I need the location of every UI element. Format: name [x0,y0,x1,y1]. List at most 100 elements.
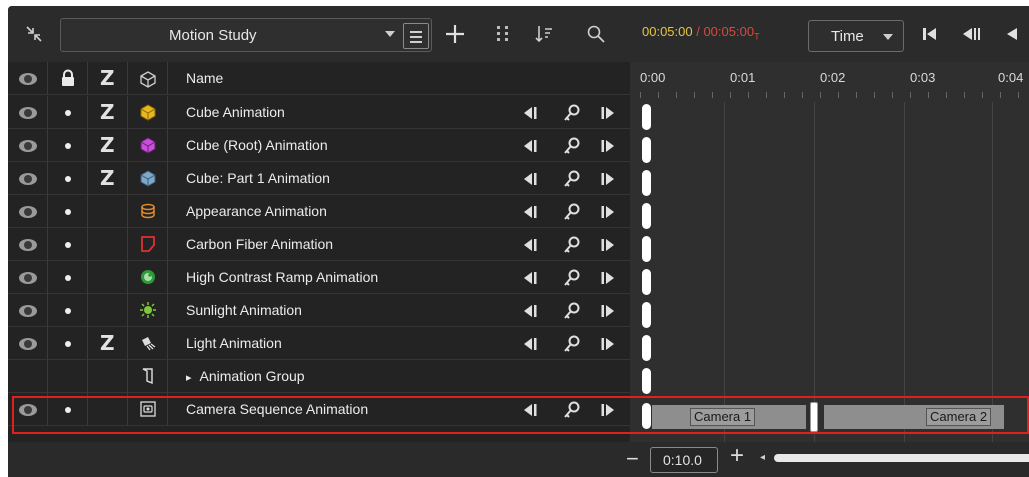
z-column-header[interactable]: Z [88,62,128,95]
table-row[interactable]: Camera Sequence Animation [8,393,630,426]
eye-icon[interactable] [19,140,37,152]
lock-dot-icon[interactable] [65,209,71,215]
previous-key-icon[interactable] [520,235,540,255]
search-icon[interactable] [584,20,608,48]
lock-dot-icon[interactable] [65,407,71,413]
lock-dot-icon[interactable] [65,275,71,281]
z-cell[interactable] [88,195,128,228]
eye-icon[interactable] [19,107,37,119]
camera-1-clip[interactable]: Camera 1 [652,405,806,429]
z-cell[interactable] [88,261,128,294]
zoom-field[interactable]: 0:10.0 [650,447,718,473]
next-key-icon[interactable] [598,301,618,321]
next-key-icon[interactable] [598,202,618,222]
eye-icon[interactable] [19,173,37,185]
scroll-left-arrow-icon[interactable]: ◂ [760,452,765,463]
lock-dot-icon[interactable] [65,176,71,182]
keyframe-start-marker[interactable] [642,269,651,295]
lock-cell[interactable] [48,360,88,393]
camera-transition-handle[interactable] [810,402,818,432]
visibility-cell[interactable] [8,327,48,360]
next-key-icon[interactable] [598,400,618,420]
animation-name[interactable]: Cube Animation [186,104,285,120]
eye-icon[interactable] [19,305,37,317]
name-column-header[interactable]: Name [186,70,223,86]
lock-column-header[interactable] [48,62,88,95]
visibility-cell[interactable] [8,162,48,195]
previous-key-icon[interactable] [520,103,540,123]
type-column-header[interactable] [128,62,168,95]
collapse-icon[interactable] [22,22,46,46]
key-icon[interactable] [562,334,582,354]
z-cell[interactable] [88,294,128,327]
next-key-icon[interactable] [598,136,618,156]
eye-icon[interactable] [19,404,37,416]
lock-cell[interactable] [48,261,88,294]
key-icon[interactable] [562,400,582,420]
lock-cell[interactable] [48,228,88,261]
key-icon[interactable] [562,268,582,288]
next-key-icon[interactable] [598,268,618,288]
lock-dot-icon[interactable] [65,341,71,347]
lock-cell[interactable] [48,162,88,195]
go-to-start-icon[interactable] [918,22,942,46]
table-row[interactable]: Z Light Animation [8,327,630,360]
study-list-button[interactable] [403,23,429,49]
timeline-scrollbar-thumb[interactable] [774,454,1029,462]
keyframe-start-marker[interactable] [642,335,651,361]
visibility-cell[interactable] [8,228,48,261]
eye-icon[interactable] [19,239,37,251]
visibility-column-header[interactable] [8,62,48,95]
keyframe-grid-icon[interactable] [492,20,516,48]
lock-dot-icon[interactable] [65,308,71,314]
time-mode-dropdown[interactable]: Time [808,20,904,52]
key-icon[interactable] [562,202,582,222]
play-reverse-icon[interactable] [998,22,1022,46]
next-key-icon[interactable] [598,103,618,123]
visibility-cell[interactable] [8,261,48,294]
previous-key-icon[interactable] [520,136,540,156]
visibility-cell[interactable] [8,294,48,327]
table-row[interactable]: Z Cube: Part 1 Animation [8,162,630,195]
keyframe-start-marker[interactable] [642,403,651,429]
keyframe-start-marker[interactable] [642,236,651,262]
animation-name[interactable]: Carbon Fiber Animation [186,236,333,252]
add-icon[interactable] [442,20,468,48]
keyframe-start-marker[interactable] [642,170,651,196]
key-icon[interactable] [562,301,582,321]
visibility-cell[interactable] [8,195,48,228]
key-icon[interactable] [562,136,582,156]
next-key-icon[interactable] [598,334,618,354]
animation-name[interactable]: High Contrast Ramp Animation [186,269,378,285]
table-row[interactable]: Z Cube Animation [8,96,630,129]
previous-key-icon[interactable] [520,334,540,354]
z-cell[interactable]: Z [88,162,128,195]
previous-keyframe-icon[interactable] [958,22,984,46]
table-row[interactable]: Sunlight Animation [8,294,630,327]
previous-key-icon[interactable] [520,202,540,222]
z-cell[interactable] [88,228,128,261]
animation-name[interactable]: Cube (Root) Animation [186,137,328,153]
animation-name[interactable]: Appearance Animation [186,203,327,219]
lock-cell[interactable] [48,327,88,360]
zoom-in-button[interactable]: + [730,442,744,470]
animation-name[interactable]: ▸ Animation Group [186,368,305,384]
z-cell[interactable]: Z [88,96,128,129]
table-row[interactable]: ▸ Animation Group [8,360,630,393]
table-row[interactable]: Carbon Fiber Animation [8,228,630,261]
visibility-cell[interactable] [8,360,48,393]
previous-key-icon[interactable] [520,400,540,420]
expand-arrow-icon[interactable]: ▸ [186,372,192,384]
lock-cell[interactable] [48,96,88,129]
previous-key-icon[interactable] [520,169,540,189]
timeline-panel[interactable]: 0:00 0:01 0:02 0:03 0:04 Camera 1 Camera 2 [630,62,1029,442]
motion-study-dropdown[interactable]: Motion Study [60,18,432,52]
eye-icon[interactable] [19,206,37,218]
camera-2-clip[interactable]: Camera 2 [824,405,1004,429]
previous-key-icon[interactable] [520,301,540,321]
lock-dot-icon[interactable] [65,242,71,248]
previous-key-icon[interactable] [520,268,540,288]
animation-name[interactable]: Light Animation [186,335,282,351]
lock-cell[interactable] [48,294,88,327]
keyframe-start-marker[interactable] [642,302,651,328]
